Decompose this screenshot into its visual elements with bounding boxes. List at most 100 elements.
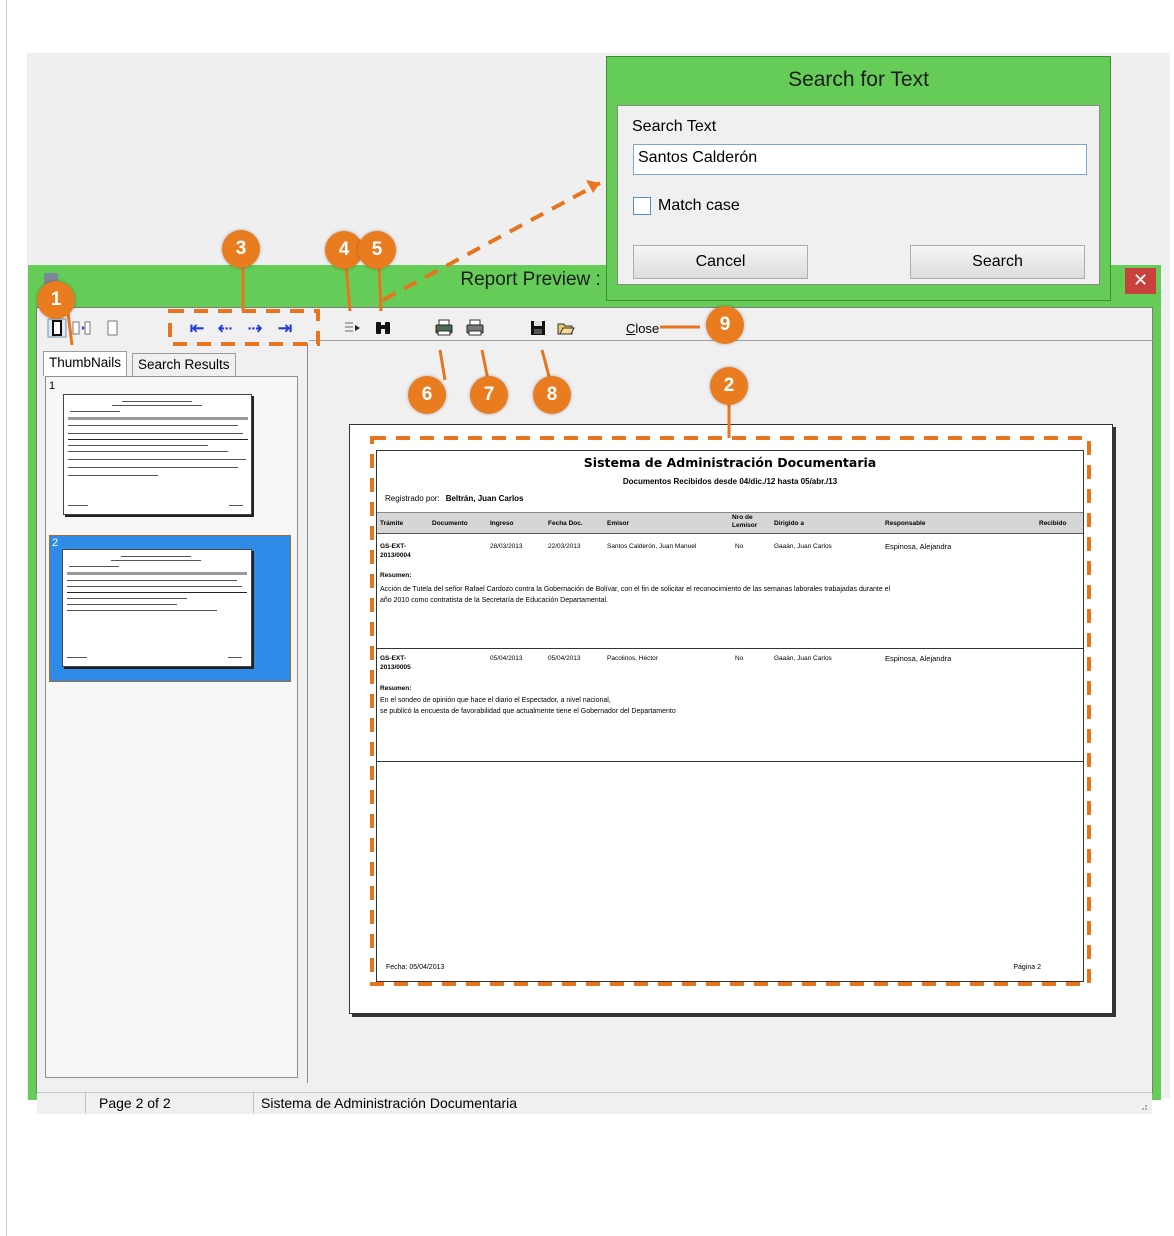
printer-icon [466,319,484,336]
resumen-label: Resumen: [380,572,412,579]
thumbnail-number: 2 [52,537,59,549]
report-table-header: Trámite Documento Ingreso Fecha Doc. Emi… [377,512,1083,534]
last-page-icon[interactable]: ⇥ [275,318,295,338]
column-header: Trámite [380,520,404,527]
search-text-input[interactable]: Santos Calderón [633,144,1087,175]
row-dirigido: Gaaán, Juan Carlos [774,655,832,662]
thumbnail-page-2[interactable] [62,549,252,667]
column-header: Dirigido a [774,520,804,527]
close-mnemonic: C [626,321,636,336]
floppy-disk-icon [531,321,545,335]
row-responsable: Espinosa, Alejandra [885,542,952,551]
status-page-info: Page 2 of 2 [99,1095,171,1111]
navigation-group: ⇤ ⇠ ⇢ ⇥ [179,318,309,340]
registered-by: Registrado por: Beltrán, Juan Carlos [385,494,524,503]
match-case-label[interactable]: Match case [658,197,740,215]
row-ingreso: 05/04/2013 [490,655,523,662]
resumen-line: se publicó la encuesta de favorabilidad … [380,708,676,715]
row-fecha-doc: 05/04/2013 [548,655,581,662]
column-header: Nro de Lemisor [732,514,758,529]
row-nro: No [735,543,744,550]
view-mode-group [47,318,147,340]
column-header: Recibido [1039,520,1067,527]
window-client-area: ⇤ ⇠ ⇢ ⇥ Close ThumbNails Search Results … [36,307,1154,1114]
print-button[interactable] [465,318,485,338]
row-divider [377,761,1083,762]
registered-by-label: Registrado por: [385,494,440,503]
cancel-button[interactable]: Cancel [633,245,808,279]
report-title: Sistema de Administración Documentaria [583,455,877,470]
first-page-icon[interactable]: ⇤ [187,318,207,338]
status-bar: Page 2 of 2 Sistema de Administración Do… [37,1092,1152,1114]
callout-badge: 3 [222,230,260,268]
row-emisor: Pacolinos, Héctor [607,655,658,662]
row-responsable: Espinosa, Alejandra [885,654,952,663]
open-button[interactable] [556,318,576,338]
resumen-label: Resumen: [380,685,412,692]
callout-badge: 7 [470,376,508,414]
search-button[interactable]: Search [910,245,1085,279]
row-fecha-doc: 22/03/2013 [548,543,581,550]
column-header: Documento [432,520,468,527]
find-text-button[interactable] [373,318,393,338]
single-page-icon [47,318,67,338]
row-emisor: Santos Calderón, Juan Manuel [607,543,697,550]
close-label-rest: lose [635,321,660,336]
search-dialog: Search for Text Search Text Santos Calde… [606,56,1111,301]
resumen-line: año 2010 como contratista de la Secretar… [380,597,609,604]
report-subtitle: Documentos Recibidos desde 04/dic./12 ha… [622,477,838,486]
search-text-label: Search Text [632,118,717,135]
report-footer-date: Fecha: 05/04/2013 [386,964,445,971]
column-header: Emisor [607,520,630,527]
row-nro: No [735,655,744,662]
page-width-view-button[interactable] [103,318,123,338]
callout-badge: 1 [37,281,75,319]
report-page: Sistema de Administración Documentaria D… [349,424,1113,1014]
report-frame: Sistema de Administración Documentaria D… [376,450,1084,982]
window-close-button[interactable]: ✕ [1125,268,1156,294]
search-dialog-title: Search for Text [788,68,929,91]
row-dirigido: Gaaán, Juan Carlos [774,543,832,550]
column-header: Fecha Doc. [548,520,583,527]
thumbnail-page-1[interactable] [63,394,252,515]
tab-thumbnails[interactable]: ThumbNails [43,351,128,376]
row-tramite: GS-EXT-2013/0005 [380,655,411,671]
column-header: Responsable [885,520,926,527]
thumbnail-selection-highlight[interactable]: 2 [49,535,291,682]
callout-badge: 5 [358,231,396,269]
previous-page-icon[interactable]: ⇠ [215,318,235,338]
thumbnail-pane: 1 2 [45,376,298,1078]
row-divider [377,648,1083,649]
page-left-rule [6,0,7,1236]
search-dialog-body: Search Text Santos Calderón Match case C… [617,105,1100,285]
callout-badge: 2 [710,367,748,405]
close-link[interactable]: Close [626,321,659,336]
row-tramite: GS-EXT-2013/0004 [380,543,411,559]
resize-grip-icon [1142,1105,1147,1110]
status-report-name: Sistema de Administración Documentaria [261,1095,518,1111]
registered-by-value: Beltrán, Juan Carlos [445,494,524,503]
go-to-page-button[interactable] [343,318,363,338]
row-ingreso: 28/03/2013 [490,543,523,550]
two-page-icon [72,321,91,335]
print-setup-button[interactable] [434,318,454,338]
match-case-checkbox[interactable] [633,197,651,215]
callout-badge: 9 [706,306,744,344]
tab-search-results[interactable]: Search Results [132,353,236,376]
callout-badge: 8 [533,376,571,414]
open-folder-icon [557,323,575,335]
callout-badge: 6 [408,376,446,414]
column-header: Ingreso [490,520,514,527]
printer-setup-icon [435,319,453,336]
next-page-icon[interactable]: ⇢ [245,318,265,338]
page-width-icon [107,320,118,336]
single-page-view-button[interactable] [47,318,67,338]
go-to-page-icon [345,322,360,332]
resumen-line: En el sondeo de opinión que hace el diar… [380,697,611,704]
resumen-line: Acción de Tutela del señor Rafael Cardoz… [380,586,891,593]
save-button[interactable] [528,318,548,338]
thumbnail-number: 1 [49,380,56,392]
pane-splitter[interactable] [307,343,308,1083]
two-page-view-button[interactable] [71,318,91,338]
report-footer-page: Página 2 [1013,964,1041,971]
